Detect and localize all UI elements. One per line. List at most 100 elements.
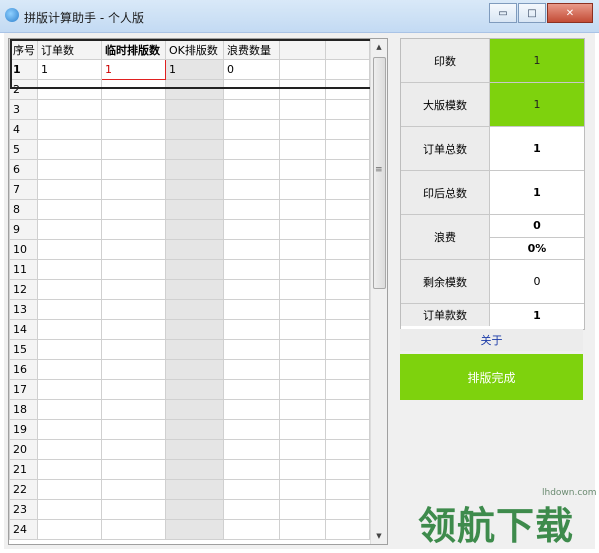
table-cell[interactable] <box>279 479 326 500</box>
table-cell[interactable] <box>37 379 102 400</box>
table-cell[interactable] <box>37 199 102 220</box>
table-cell[interactable] <box>279 499 326 520</box>
table-cell[interactable] <box>37 239 102 260</box>
table-cell[interactable] <box>37 279 102 300</box>
table-cell[interactable] <box>325 139 370 160</box>
table-cell[interactable] <box>37 399 102 420</box>
table-cell[interactable] <box>165 79 224 100</box>
table-cell[interactable] <box>101 159 166 180</box>
table-cell[interactable] <box>279 79 326 100</box>
table-cell[interactable]: 0 <box>223 59 280 80</box>
table-cell[interactable] <box>37 299 102 320</box>
table-cell[interactable] <box>165 519 224 540</box>
table-cell[interactable] <box>325 239 370 260</box>
table-cell[interactable] <box>223 399 280 420</box>
table-cell[interactable] <box>37 459 102 480</box>
table-cell[interactable] <box>279 199 326 220</box>
table-cell[interactable] <box>101 479 166 500</box>
table-cell[interactable] <box>37 159 102 180</box>
table-cell[interactable] <box>325 339 370 360</box>
table-cell[interactable] <box>37 359 102 380</box>
table-cell[interactable] <box>279 279 326 300</box>
table-cell[interactable] <box>37 499 102 520</box>
table-cell[interactable] <box>101 339 166 360</box>
big-plate-input[interactable]: 1 <box>490 83 584 126</box>
table-cell[interactable] <box>279 239 326 260</box>
table-cell[interactable] <box>279 459 326 480</box>
table-cell[interactable] <box>165 119 224 140</box>
table-cell[interactable] <box>165 219 224 240</box>
table-cell[interactable] <box>37 319 102 340</box>
table-cell[interactable] <box>37 119 102 140</box>
table-cell[interactable] <box>37 99 102 120</box>
table-cell[interactable] <box>223 459 280 480</box>
table-cell[interactable] <box>101 399 166 420</box>
table-cell[interactable] <box>223 439 280 460</box>
table-cell[interactable] <box>223 479 280 500</box>
table-cell[interactable] <box>165 199 224 220</box>
table-cell[interactable] <box>223 159 280 180</box>
table-cell[interactable] <box>165 439 224 460</box>
table-cell[interactable] <box>325 259 370 280</box>
table-cell[interactable] <box>101 419 166 440</box>
table-cell[interactable] <box>279 419 326 440</box>
table-cell[interactable] <box>325 299 370 320</box>
table-cell[interactable] <box>279 139 326 160</box>
table-cell[interactable] <box>101 359 166 380</box>
table-cell[interactable] <box>325 199 370 220</box>
table-cell[interactable] <box>101 459 166 480</box>
table-cell[interactable] <box>223 359 280 380</box>
table-cell[interactable] <box>325 219 370 240</box>
table-cell[interactable] <box>279 99 326 120</box>
table-cell[interactable] <box>279 519 326 540</box>
table-cell[interactable] <box>165 459 224 480</box>
table-cell[interactable] <box>325 479 370 500</box>
table-cell[interactable] <box>279 359 326 380</box>
table-cell[interactable] <box>101 259 166 280</box>
col-header-waste[interactable]: 浪费数量 <box>223 39 280 60</box>
table-cell[interactable] <box>165 279 224 300</box>
minimize-button[interactable]: ▭ <box>489 3 517 23</box>
table-cell[interactable] <box>279 119 326 140</box>
table-cell[interactable] <box>223 139 280 160</box>
table-cell[interactable] <box>101 139 166 160</box>
table-cell[interactable] <box>101 379 166 400</box>
table-cell[interactable] <box>325 419 370 440</box>
table-cell[interactable] <box>37 419 102 440</box>
table-cell[interactable] <box>223 299 280 320</box>
table-cell[interactable] <box>101 119 166 140</box>
table-cell[interactable] <box>101 239 166 260</box>
table-cell[interactable] <box>223 199 280 220</box>
table-cell[interactable] <box>165 399 224 420</box>
table-cell[interactable] <box>165 379 224 400</box>
table-cell[interactable] <box>101 499 166 520</box>
table-cell[interactable] <box>223 279 280 300</box>
about-button[interactable]: 关于 <box>400 329 583 351</box>
table-cell[interactable] <box>165 159 224 180</box>
table-cell[interactable]: 1 <box>101 59 166 80</box>
table-cell[interactable] <box>279 339 326 360</box>
table-cell[interactable] <box>165 299 224 320</box>
table-cell[interactable] <box>101 179 166 200</box>
table-cell[interactable] <box>279 59 326 80</box>
table-cell[interactable] <box>223 319 280 340</box>
col-header-index[interactable]: 序号 <box>9 39 38 60</box>
table-cell[interactable] <box>165 479 224 500</box>
table-cell[interactable] <box>101 199 166 220</box>
col-header-ok-layout[interactable]: OK排版数 <box>165 39 224 60</box>
table-cell[interactable] <box>279 259 326 280</box>
table-cell[interactable] <box>223 519 280 540</box>
table-cell[interactable] <box>223 179 280 200</box>
table-cell[interactable] <box>325 319 370 340</box>
table-cell[interactable] <box>223 79 280 100</box>
table-cell[interactable] <box>101 79 166 100</box>
table-cell[interactable] <box>165 499 224 520</box>
table-cell[interactable]: 1 <box>37 59 102 80</box>
table-cell[interactable] <box>37 339 102 360</box>
table-cell[interactable] <box>325 399 370 420</box>
table-cell[interactable] <box>325 59 370 80</box>
table-cell[interactable] <box>37 479 102 500</box>
table-cell[interactable] <box>223 239 280 260</box>
table-cell[interactable] <box>223 99 280 120</box>
table-cell[interactable] <box>37 519 102 540</box>
